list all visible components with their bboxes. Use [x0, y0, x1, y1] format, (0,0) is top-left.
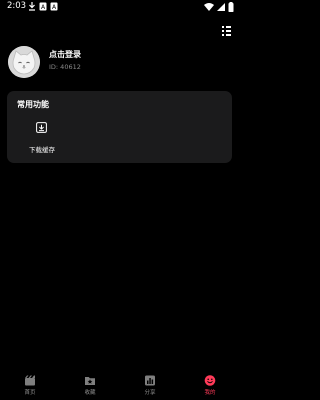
user-id: ID: 40612 — [49, 63, 81, 71]
wifi-icon — [204, 3, 214, 11]
download-cache-button[interactable]: 下载缓存 — [26, 122, 58, 156]
tab-mine-label: 我的 — [204, 390, 216, 396]
common-functions-title: 常用功能 — [17, 100, 49, 109]
status-time: 2:03 — [7, 1, 27, 11]
cat-avatar-icon — [8, 46, 40, 78]
status-bar: 2:03 A A — [0, 0, 240, 14]
a-icon: A — [50, 2, 58, 11]
smiley-icon — [204, 375, 216, 386]
login-prompt[interactable]: 点击登录 — [49, 49, 81, 60]
tab-mine[interactable]: 我的 — [180, 369, 240, 400]
tab-favorites-label: 收藏 — [84, 390, 96, 396]
download-icon — [36, 122, 47, 133]
signal-icon — [217, 3, 225, 11]
system-status-icons — [204, 2, 234, 12]
avatar[interactable] — [8, 46, 40, 78]
a-icon: A — [39, 2, 47, 11]
common-functions-card: 常用功能 下载缓存 — [7, 91, 232, 163]
tab-favorites[interactable]: 收藏 — [60, 369, 120, 400]
folder-star-icon — [85, 377, 95, 385]
tab-home-label: 首页 — [24, 390, 36, 396]
download-cache-label: 下载缓存 — [29, 146, 55, 154]
download-icon — [29, 2, 35, 11]
battery-icon — [228, 2, 234, 12]
tab-share-label: 分享 — [144, 390, 156, 396]
menu-icon[interactable] — [222, 25, 231, 37]
tab-share[interactable]: 分享 — [120, 369, 180, 400]
tab-home[interactable]: 首页 — [0, 369, 60, 400]
bottom-tab-bar: 首页 收藏 分享 我的 — [0, 369, 240, 400]
clapperboard-icon — [25, 375, 35, 386]
share-chart-icon — [145, 375, 155, 386]
